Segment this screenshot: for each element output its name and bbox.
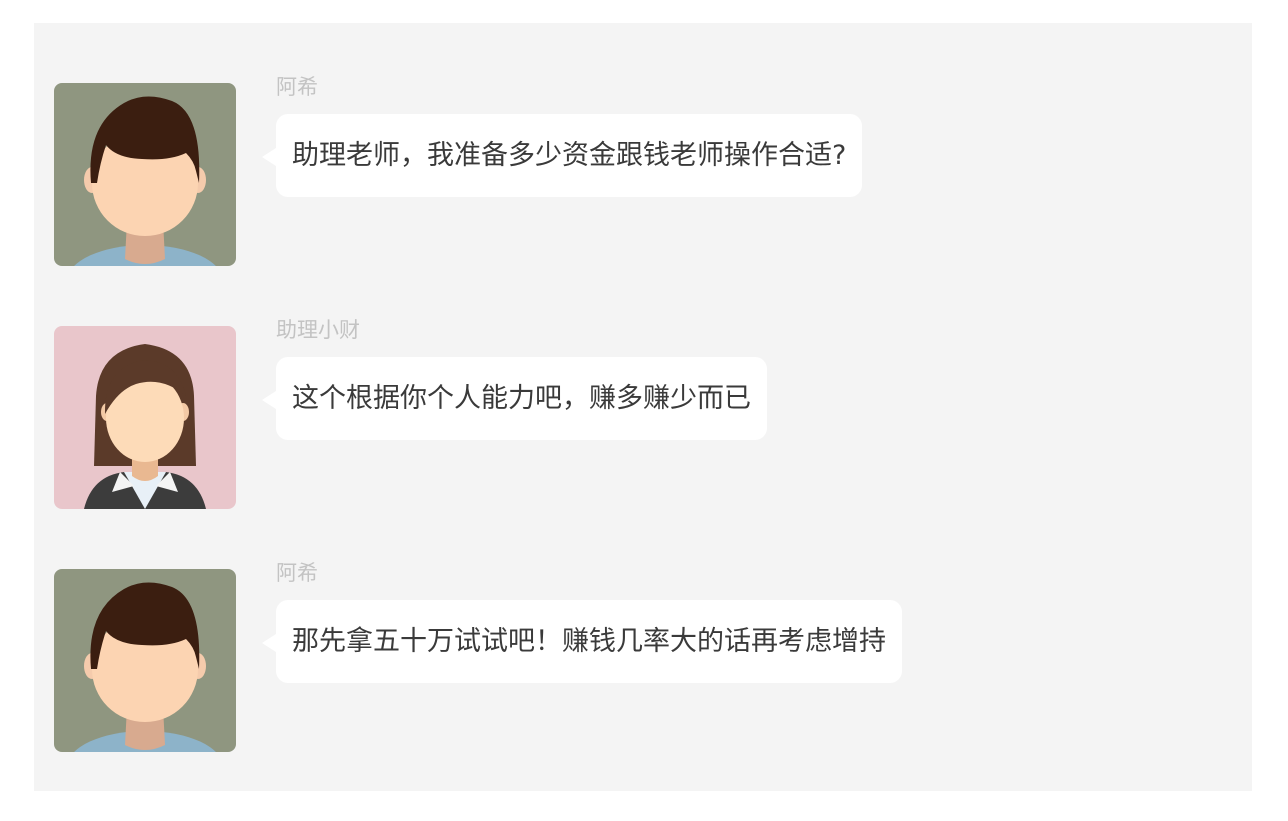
- bubble-tail: [262, 391, 276, 409]
- chat-message: 助理小财 这个根据你个人能力吧，赚多赚少而已: [54, 318, 1234, 510]
- sender-name: 助理小财: [276, 318, 360, 342]
- message-text[interactable]: 助理老师，我准备多少资金跟钱老师操作合适?: [292, 140, 846, 171]
- message-text[interactable]: 这个根据你个人能力吧，赚多赚少而已: [292, 383, 751, 414]
- message-bubble: 那先拿五十万试试吧！赚钱几率大的话再考虑增持: [262, 600, 902, 683]
- male-avatar-icon[interactable]: [54, 569, 236, 752]
- male-avatar-icon[interactable]: [54, 83, 236, 266]
- female-avatar-icon[interactable]: [54, 326, 236, 509]
- message-bubble: 这个根据你个人能力吧，赚多赚少而已: [262, 357, 767, 440]
- bubble-tail: [262, 148, 276, 166]
- chat-message: 阿希 助理老师，我准备多少资金跟钱老师操作合适?: [54, 75, 1234, 267]
- bubble-tail: [262, 634, 276, 652]
- sender-name: 阿希: [276, 561, 318, 585]
- sender-name: 阿希: [276, 75, 318, 99]
- chat-message: 阿希 那先拿五十万试试吧！赚钱几率大的话再考虑增持: [54, 561, 1234, 753]
- message-bubble: 助理老师，我准备多少资金跟钱老师操作合适?: [262, 114, 863, 197]
- chat-panel: 阿希 助理老师，我准备多少资金跟钱老师操作合适? 助理小财 这个根据你个人能力吧…: [34, 23, 1252, 791]
- message-text[interactable]: 那先拿五十万试试吧！赚钱几率大的话再考虑增持: [292, 626, 886, 657]
